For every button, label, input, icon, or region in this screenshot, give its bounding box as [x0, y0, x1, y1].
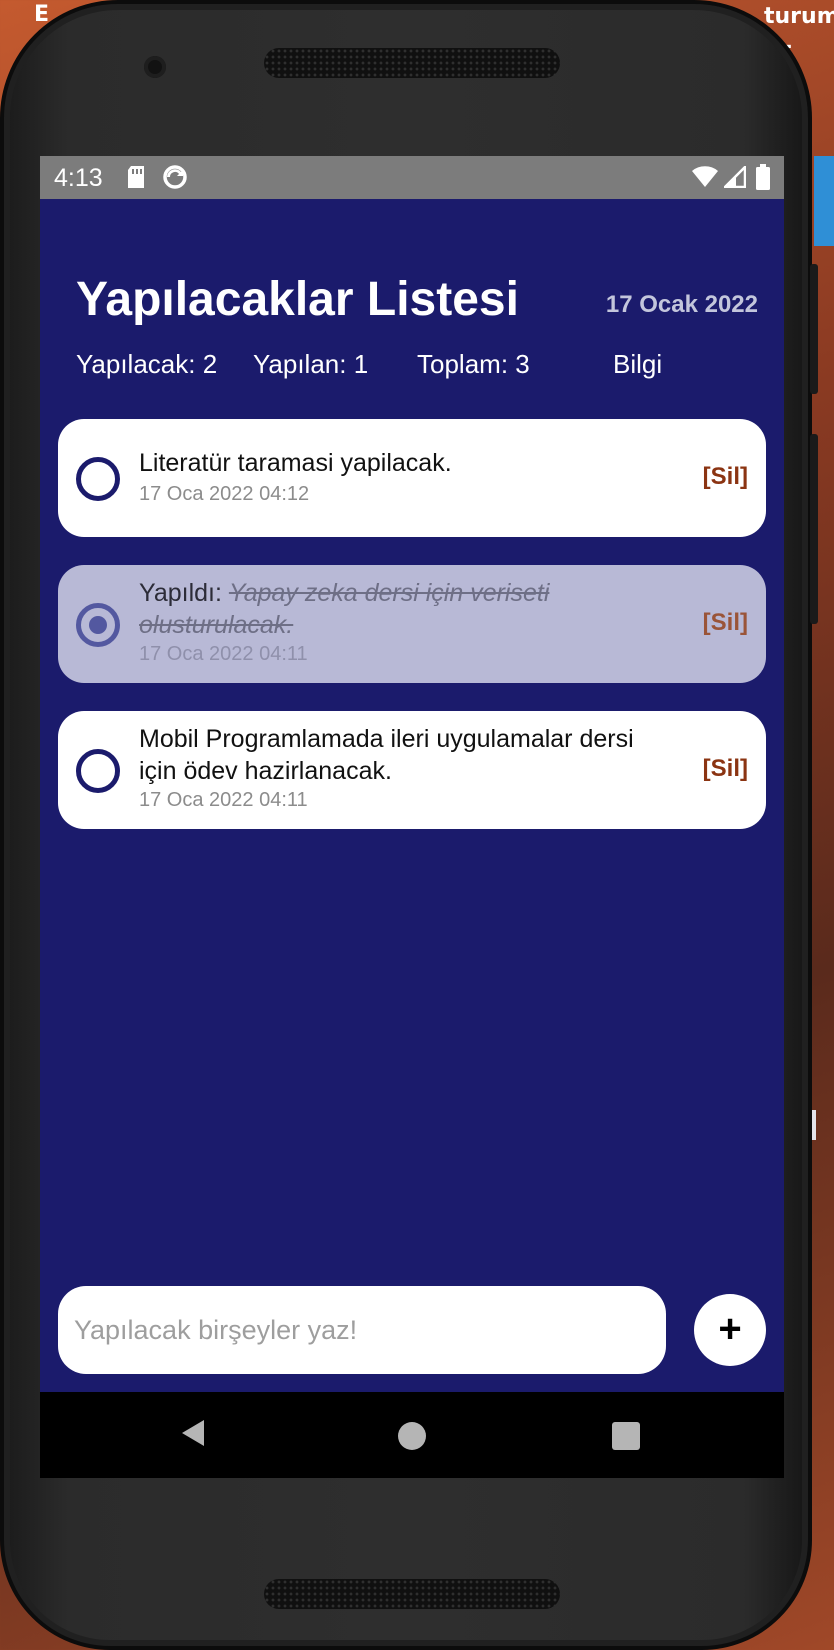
- header-date: 17 Ocak 2022: [605, 291, 758, 318]
- done-prefix: Yapıldı:: [139, 579, 229, 607]
- add-task-button[interactable]: +: [694, 1294, 766, 1366]
- task-radio-button[interactable]: [76, 749, 120, 793]
- done-count: Yapılan: 1: [253, 349, 369, 379]
- battery-icon: [756, 164, 770, 195]
- new-task-input[interactable]: [74, 1286, 650, 1374]
- task-timestamp: 17 Oca 2022 04:11: [139, 643, 308, 665]
- delete-button[interactable]: [Sil]: [703, 755, 748, 783]
- sd-card-icon: [126, 165, 146, 194]
- app-screen: 4:13 Yapılacaklar Listesi 17 Ocak 2022 Y…: [40, 156, 784, 1478]
- signal-icon: [721, 163, 747, 193]
- status-bar: 4:13: [40, 156, 784, 199]
- plus-icon: +: [718, 1307, 742, 1351]
- wifi-icon: [692, 166, 718, 193]
- task-radio-button-checked[interactable]: [76, 603, 120, 647]
- back-icon[interactable]: [180, 1418, 206, 1453]
- sync-icon: [162, 164, 188, 195]
- task-text: Mobil Programlamada ileri uygulamalar de…: [139, 725, 634, 785]
- new-task-field[interactable]: [58, 1286, 666, 1374]
- info-button[interactable]: Bilgi: [613, 349, 662, 380]
- task-timestamp: 17 Oca 2022 04:12: [139, 483, 310, 505]
- delete-button[interactable]: [Sil]: [703, 609, 748, 637]
- background-window-fragment: [814, 156, 834, 246]
- top-speaker-grille: [264, 48, 560, 78]
- task-radio-button[interactable]: [76, 457, 120, 501]
- page-title: Yapılacaklar Listesi: [76, 273, 519, 326]
- task-text: Yapıldı: Yapay zeka dersi için veriseti …: [139, 577, 659, 641]
- task-card[interactable]: Literatür taramasi yapilacak. 17 Oca 202…: [58, 419, 766, 537]
- background-text-fragment: turum: [764, 4, 834, 29]
- navigation-bar: [40, 1392, 784, 1478]
- task-timestamp: 17 Oca 2022 04:11: [139, 789, 308, 811]
- radio-selected-dot: [89, 616, 107, 634]
- task-card[interactable]: Mobil Programlamada ileri uygulamalar de…: [58, 711, 766, 829]
- phone-frame: 4:13 Yapılacaklar Listesi 17 Ocak 2022 Y…: [0, 0, 818, 1650]
- bottom-speaker-grille: [264, 1579, 560, 1609]
- task-card-done[interactable]: Yapıldı: Yapay zeka dersi için veriseti …: [58, 565, 766, 683]
- home-icon[interactable]: [398, 1422, 426, 1450]
- status-time: 4:13: [54, 164, 103, 192]
- total-count: Toplam: 3: [417, 349, 530, 379]
- volume-button: [810, 264, 818, 394]
- todo-count: Yapılacak: 2: [76, 349, 218, 379]
- front-camera: [144, 56, 166, 78]
- power-button: [810, 434, 818, 624]
- delete-button[interactable]: [Sil]: [703, 463, 748, 491]
- recents-icon[interactable]: [612, 1422, 640, 1450]
- task-text: Literatür taramasi yapilacak.: [139, 449, 452, 477]
